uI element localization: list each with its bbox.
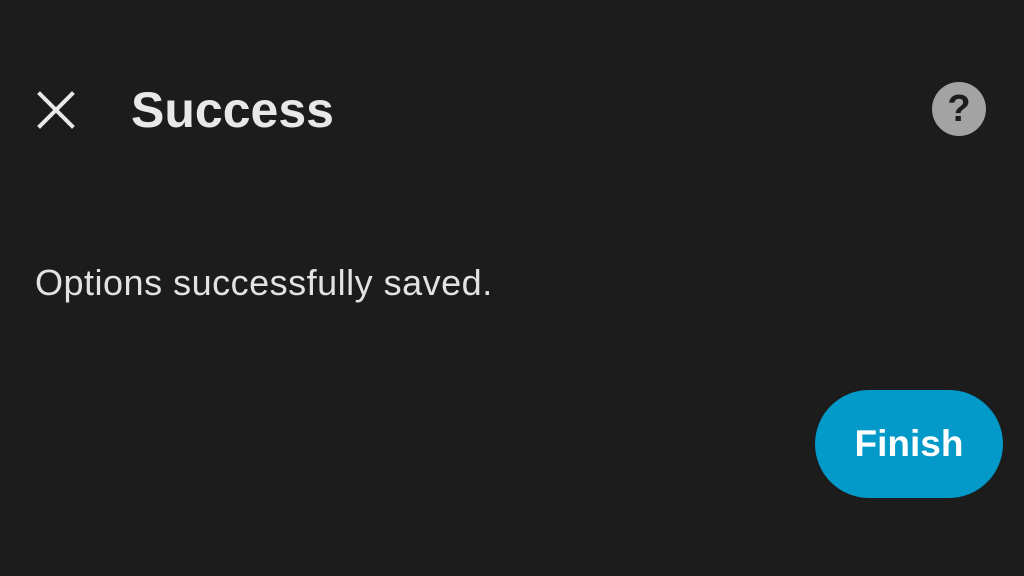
dialog-message: Options successfully saved. — [35, 262, 493, 303]
finish-button[interactable]: Finish — [815, 390, 1003, 498]
dialog-title: Success — [131, 82, 334, 138]
help-button[interactable]: ? — [932, 82, 986, 136]
help-icon: ? — [947, 88, 971, 130]
close-icon — [37, 91, 75, 129]
close-button[interactable] — [30, 84, 82, 136]
success-dialog: Success ? Options successfully saved. Fi… — [0, 0, 1024, 576]
finish-button-label: Finish — [854, 423, 964, 464]
